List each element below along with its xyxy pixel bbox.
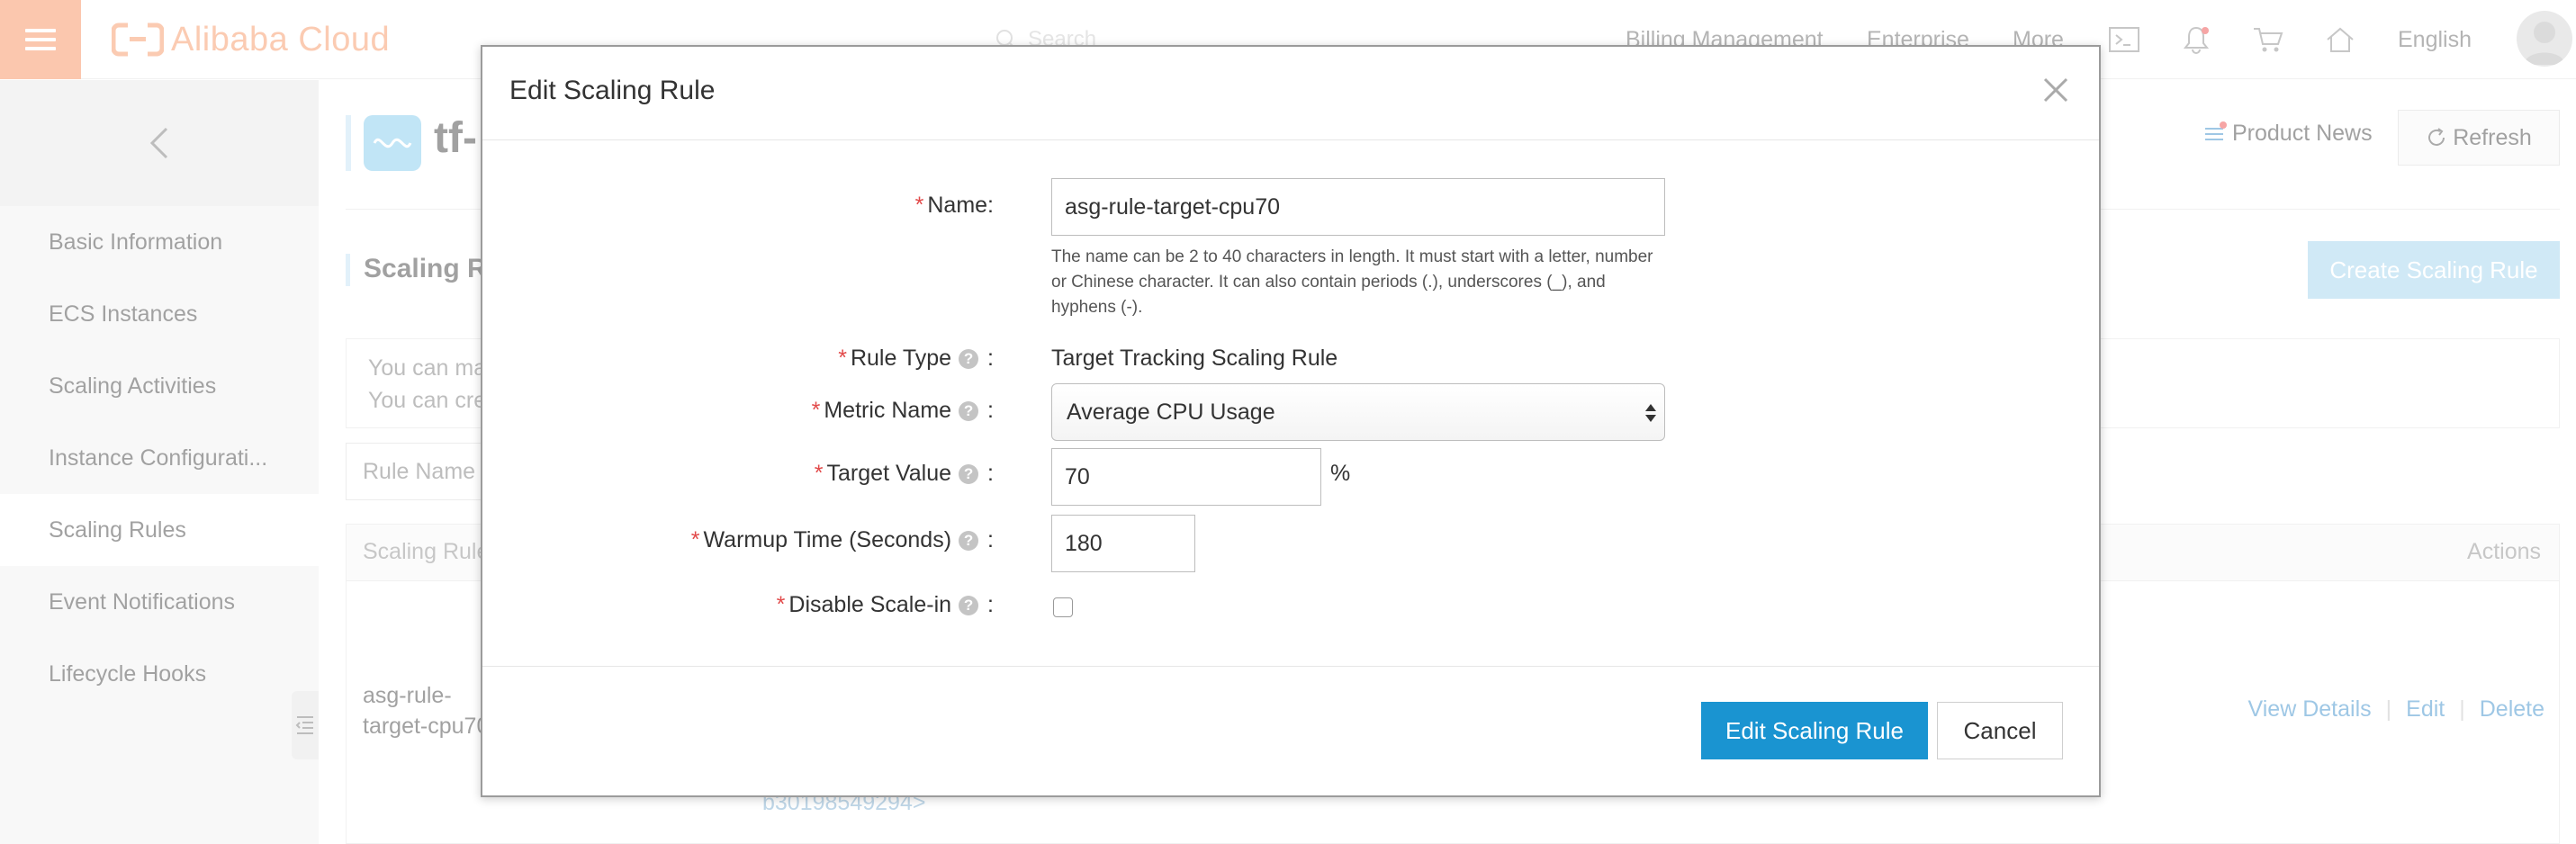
- metric-name-select[interactable]: Average CPU Usage: [1051, 383, 1665, 441]
- target-value-label-text: Target Value: [826, 461, 952, 486]
- name-hint: The name can be 2 to 40 characters in le…: [1051, 247, 1653, 317]
- metric-name-selected: Average CPU Usage: [1067, 399, 1275, 425]
- colon: :: [987, 346, 994, 371]
- name-label: * Name:: [915, 193, 994, 219]
- required-mark: *: [690, 527, 700, 552]
- colon: :: [987, 527, 994, 552]
- colon: :: [987, 592, 994, 617]
- help-icon[interactable]: ?: [959, 348, 979, 369]
- footer-divider: [482, 666, 2099, 667]
- target-value-unit: %: [1330, 461, 1351, 486]
- dialog-header: Edit Scaling Rule: [482, 47, 2099, 140]
- required-mark: *: [811, 398, 821, 423]
- rule-type-label: * Rule Type?:: [838, 346, 994, 372]
- name-input[interactable]: asg-rule-target-cpu70: [1051, 178, 1665, 236]
- disable-scale-in-label: * Disable Scale-in?:: [777, 592, 994, 618]
- required-mark: *: [838, 346, 847, 371]
- help-icon[interactable]: ?: [959, 463, 979, 484]
- dialog-title: Edit Scaling Rule: [509, 76, 716, 105]
- warmup-time-label: * Warmup Time (Seconds)?:: [691, 527, 994, 553]
- edit-scaling-rule-submit-button[interactable]: Edit Scaling Rule: [1701, 702, 1928, 759]
- metric-name-label-text: Metric Name: [824, 398, 952, 423]
- warmup-time-label-text: Warmup Time (Seconds): [703, 527, 952, 552]
- help-icon[interactable]: ?: [959, 595, 979, 615]
- required-mark: *: [914, 193, 924, 218]
- target-value-input[interactable]: 70: [1051, 448, 1321, 506]
- metric-name-label: * Metric Name?:: [812, 398, 994, 424]
- warmup-time-input[interactable]: 180: [1051, 515, 1195, 572]
- edit-scaling-rule-dialog: Edit Scaling Rule * Name: asg-rule-target…: [481, 45, 2101, 797]
- disable-scale-in-label-text: Disable Scale-in: [788, 592, 952, 617]
- rule-type-value: Target Tracking Scaling Rule: [1051, 346, 1338, 371]
- help-icon[interactable]: ?: [959, 530, 979, 551]
- colon: :: [987, 461, 994, 486]
- rule-type-label-text: Rule Type: [850, 346, 952, 371]
- required-mark: *: [776, 592, 786, 617]
- cancel-button[interactable]: Cancel: [1937, 702, 2063, 759]
- name-label-text: Name:: [927, 193, 994, 218]
- colon: :: [987, 398, 994, 423]
- close-icon[interactable]: [2040, 74, 2072, 106]
- required-mark: *: [814, 461, 824, 486]
- disable-scale-in-checkbox[interactable]: [1053, 597, 1073, 617]
- select-arrows-icon: [1645, 404, 1656, 422]
- help-icon[interactable]: ?: [959, 400, 979, 421]
- target-value-label: * Target Value?:: [815, 461, 994, 487]
